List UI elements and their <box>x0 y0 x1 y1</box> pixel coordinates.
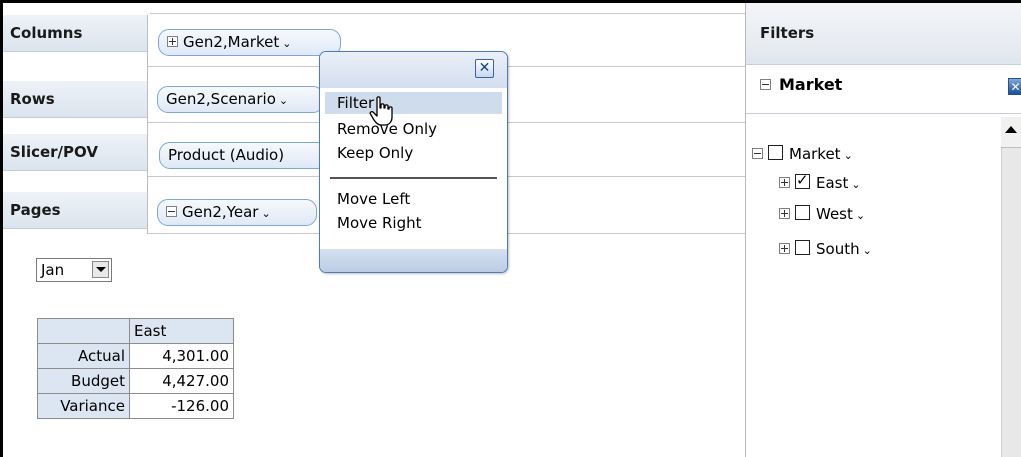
panel-divider <box>745 3 746 457</box>
page-select[interactable]: Jan <box>36 258 112 282</box>
menu-separator <box>330 177 497 179</box>
context-menu: ✕ Filter Remove Only Keep Only Move Left… <box>319 51 508 273</box>
row-header: Budget <box>37 368 130 394</box>
chevron-down-icon[interactable]: ⌄ <box>261 207 270 220</box>
scroll-up-arrow-icon[interactable] <box>1001 117 1021 148</box>
hand-cursor-icon <box>369 96 393 126</box>
expand-icon[interactable] <box>779 177 790 188</box>
slicer-dimension-pill[interactable]: Product (Audio) <box>159 142 329 169</box>
page-select-value: Jan <box>41 261 65 279</box>
chevron-down-icon[interactable]: ⌄ <box>851 178 860 191</box>
menu-item-filter[interactable]: Filter <box>325 92 502 114</box>
filters-separator <box>746 58 1021 65</box>
pages-label: Pages <box>3 192 147 229</box>
collapse-icon[interactable] <box>166 206 177 217</box>
checkbox-checked[interactable] <box>795 171 810 189</box>
filter-header-divider <box>746 113 1021 114</box>
table-row: Variance -126.00 <box>37 393 234 419</box>
expand-icon[interactable] <box>779 243 790 254</box>
tree-item-label: West <box>816 205 853 223</box>
tree-item-market[interactable]: Market ⌄ <box>752 145 853 163</box>
checkbox[interactable] <box>795 240 810 255</box>
table-row: Actual 4,301.00 <box>37 343 234 369</box>
chevron-down-icon[interactable]: ⌄ <box>282 37 291 50</box>
tree-item-label: Market <box>789 145 841 163</box>
chevron-down-icon[interactable]: ⌄ <box>856 209 865 222</box>
rows-dimension-pill[interactable]: Gen2,Scenario ⌄ <box>157 86 324 113</box>
close-filter-button[interactable]: ✕ <box>1008 78 1021 95</box>
checkbox[interactable] <box>768 145 783 160</box>
top-divider <box>150 13 745 14</box>
row-header: Variance <box>37 393 130 419</box>
row-header: Actual <box>37 343 130 369</box>
menu-item-keep-only[interactable]: Keep Only <box>337 144 413 162</box>
rows-label: Rows <box>3 81 147 118</box>
expand-icon[interactable] <box>167 36 178 47</box>
close-menu-button[interactable]: ✕ <box>475 59 494 78</box>
market-filter-title: Market <box>779 75 843 94</box>
chevron-down-icon[interactable]: ⌄ <box>279 94 288 107</box>
data-grid: East Actual 4,301.00 Budget 4,427.00 Var… <box>37 318 234 419</box>
chevron-down-icon[interactable]: ⌄ <box>863 244 872 257</box>
cell-value[interactable]: 4,301.00 <box>129 343 234 369</box>
pill-label: Gen2,Market <box>183 33 280 51</box>
market-filter-header[interactable]: Market <box>760 75 842 94</box>
dropdown-arrow-icon[interactable] <box>92 261 109 278</box>
tree-item-south[interactable]: South ⌄ <box>779 240 872 258</box>
pill-label: Gen2,Scenario <box>166 90 276 108</box>
cell-value[interactable]: -126.00 <box>129 393 234 419</box>
tree-item-label: East <box>816 174 849 192</box>
table-row: East <box>37 318 234 344</box>
filters-title: Filters <box>760 24 815 42</box>
cell-value[interactable]: 4,427.00 <box>129 368 234 394</box>
menu-item-move-left[interactable]: Move Left <box>337 190 410 208</box>
pages-dimension-pill[interactable]: Gen2,Year ⌄ <box>157 199 317 226</box>
tree-item-label: South <box>816 240 860 258</box>
collapse-icon[interactable] <box>760 79 771 90</box>
axis-separator <box>147 15 148 234</box>
chevron-down-icon[interactable]: ⌄ <box>844 149 853 162</box>
pill-label: Gen2,Year <box>182 203 259 221</box>
slicer-label: Slicer/POV <box>3 134 147 171</box>
scrollbar[interactable] <box>1001 117 1021 457</box>
tree-item-west[interactable]: West ⌄ <box>779 205 865 223</box>
columns-label: Columns <box>3 15 147 52</box>
context-menu-footer <box>320 249 507 272</box>
columns-dimension-pill[interactable]: Gen2,Market ⌄ <box>158 29 341 56</box>
checkbox[interactable] <box>795 205 810 220</box>
column-header: East <box>129 318 234 344</box>
grid-corner <box>37 318 130 344</box>
menu-item-move-right[interactable]: Move Right <box>337 214 422 232</box>
tree-item-east[interactable]: East⌄ <box>779 171 861 192</box>
expand-icon[interactable] <box>779 208 790 219</box>
table-row: Budget 4,427.00 <box>37 368 234 394</box>
collapse-icon[interactable] <box>752 148 763 159</box>
pill-label: Product (Audio) <box>168 146 285 164</box>
